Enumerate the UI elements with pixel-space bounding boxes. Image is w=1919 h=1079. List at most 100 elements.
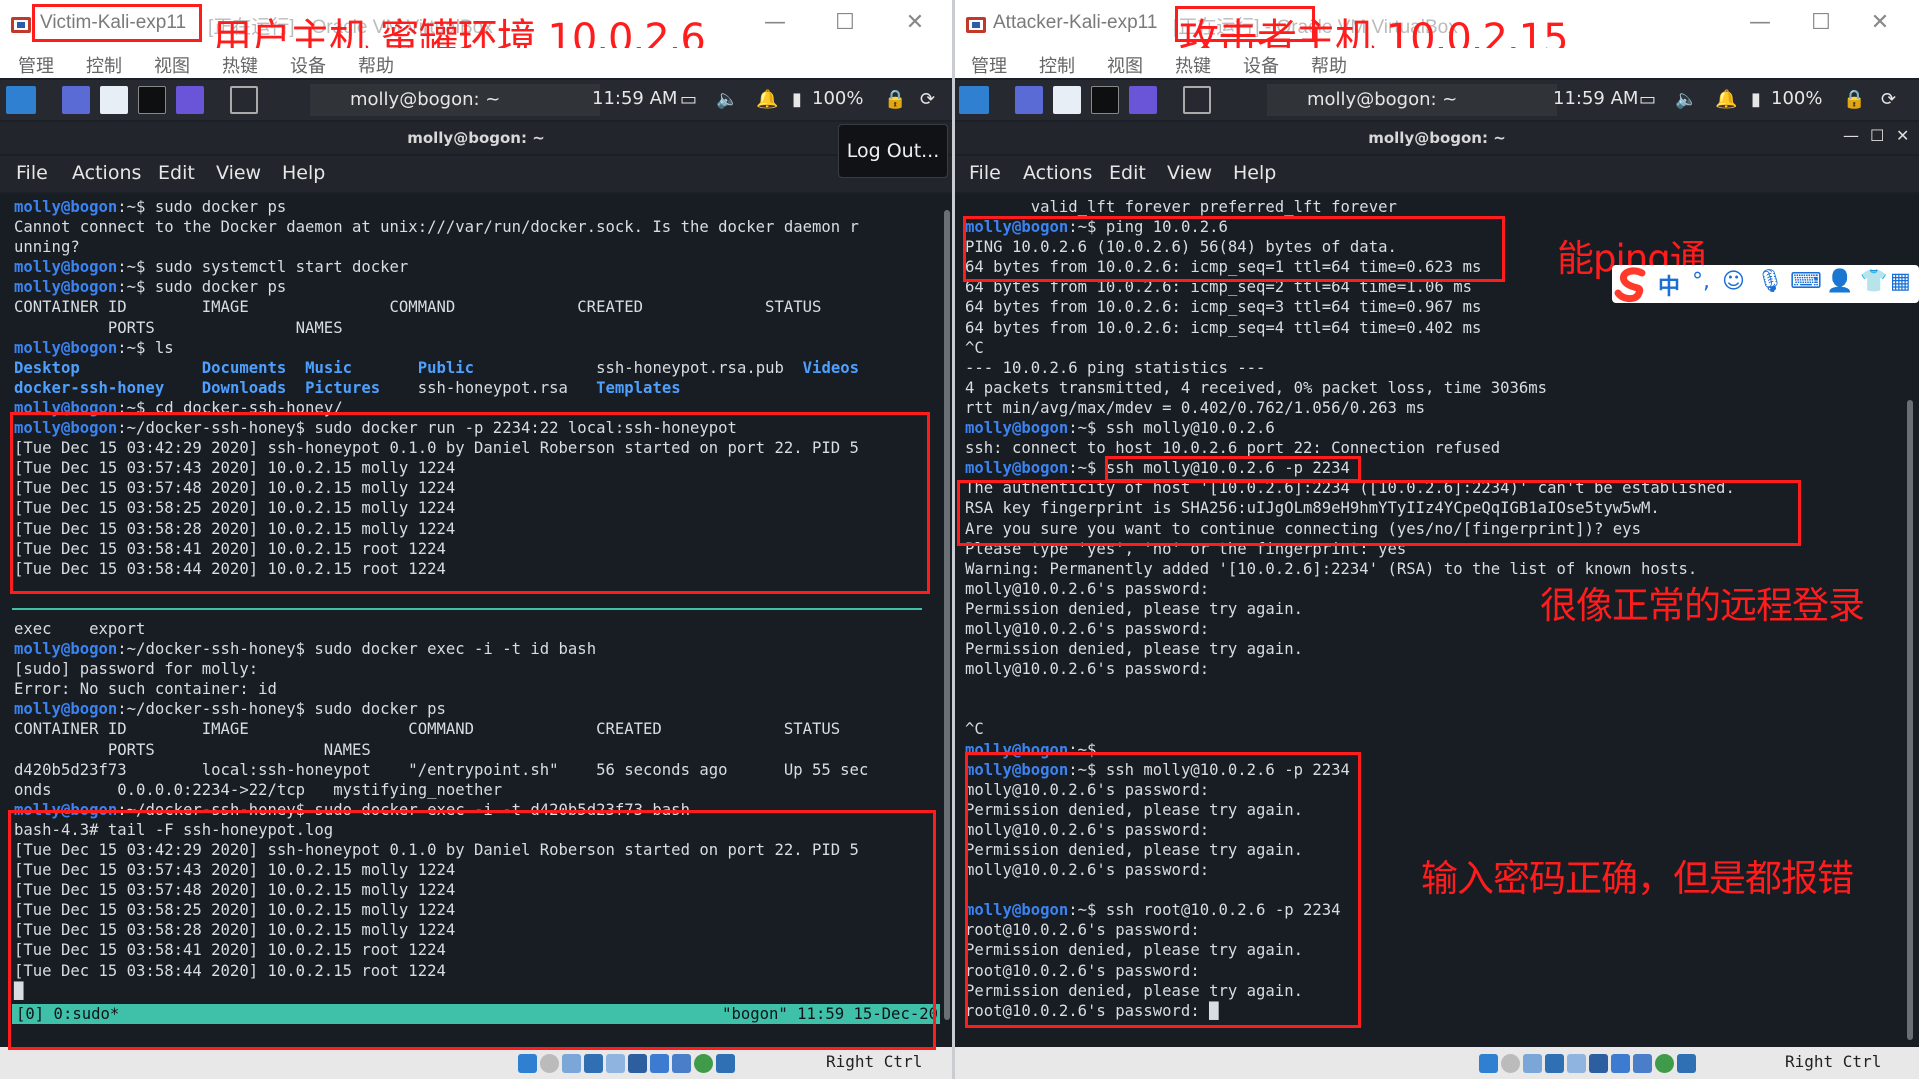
notification-bell-icon[interactable]: 🔔 bbox=[1715, 89, 1737, 111]
battery-icon[interactable]: ▮ bbox=[792, 89, 802, 111]
battery-icon[interactable]: ▮ bbox=[1751, 89, 1761, 111]
ime-language-label[interactable]: 中 bbox=[1658, 269, 1680, 301]
terminal-launcher-icon[interactable] bbox=[138, 86, 166, 114]
host-key-label: Right Ctrl bbox=[826, 1052, 923, 1071]
audio-icon[interactable] bbox=[1523, 1054, 1542, 1073]
menu-view[interactable]: 视图 bbox=[154, 52, 190, 78]
ime-voice-icon[interactable]: 🎙 bbox=[1756, 269, 1784, 294]
kali-menu-icon[interactable] bbox=[959, 86, 989, 114]
terminal-window-icon[interactable] bbox=[230, 86, 258, 114]
terminal-text-segment: PORTS NAMES bbox=[14, 740, 371, 759]
network-icon[interactable] bbox=[1545, 1054, 1564, 1073]
browser-icon[interactable] bbox=[1129, 86, 1157, 114]
display-status-icon[interactable] bbox=[1611, 1054, 1630, 1073]
optical-icon[interactable] bbox=[1501, 1054, 1520, 1073]
hdd-icon[interactable] bbox=[518, 1054, 537, 1073]
close-button[interactable]: ✕ bbox=[900, 8, 930, 38]
menu-devices[interactable]: 设备 bbox=[290, 52, 326, 78]
workspace-icon[interactable] bbox=[62, 86, 90, 114]
close-button[interactable]: ✕ bbox=[1865, 8, 1895, 38]
shared-folder-icon[interactable] bbox=[1589, 1054, 1608, 1073]
menu-manage[interactable]: 管理 bbox=[18, 52, 54, 78]
volume-icon[interactable]: 🔈 bbox=[716, 89, 738, 111]
maximize-button[interactable]: ☐ bbox=[1806, 8, 1836, 38]
terminal-close-icon[interactable]: ✕ bbox=[1896, 126, 1909, 145]
audio-icon[interactable] bbox=[562, 1054, 581, 1073]
power-icon[interactable]: ⟳ bbox=[920, 89, 935, 111]
maximize-button[interactable]: ☐ bbox=[830, 8, 860, 38]
recording-icon[interactable] bbox=[1633, 1054, 1652, 1073]
lock-icon[interactable]: 🔒 bbox=[884, 89, 906, 111]
terminal-window-icon[interactable] bbox=[1183, 86, 1211, 114]
panel-clock[interactable]: 11:59 AM bbox=[592, 88, 677, 109]
file-manager-icon[interactable] bbox=[100, 86, 128, 114]
cpu-icon[interactable] bbox=[694, 1054, 713, 1073]
menu-hotkey[interactable]: 热键 bbox=[1175, 52, 1211, 78]
ime-toolbar[interactable]: 中 °, ☺ 🎙 ⌨ 👤 👕 ▦ bbox=[1612, 265, 1919, 303]
panel-task-terminal[interactable]: molly@bogon: ~ bbox=[1267, 84, 1557, 116]
file-manager-icon[interactable] bbox=[1053, 86, 1081, 114]
usb-icon[interactable] bbox=[1567, 1054, 1586, 1073]
menu-hotkey[interactable]: 热键 bbox=[222, 52, 258, 78]
display-icon[interactable]: ▭ bbox=[680, 89, 697, 111]
optical-icon[interactable] bbox=[540, 1054, 559, 1073]
ime-user-icon[interactable]: 👤 bbox=[1826, 269, 1853, 294]
menu-manage[interactable]: 管理 bbox=[971, 52, 1007, 78]
display-icon[interactable]: ▭ bbox=[1639, 89, 1656, 111]
minimize-button[interactable]: — bbox=[760, 8, 790, 38]
display-status-icon[interactable] bbox=[650, 1054, 669, 1073]
ime-punctuation-icon[interactable]: °, bbox=[1692, 269, 1710, 294]
ime-emoji-icon[interactable]: ☺ bbox=[1722, 269, 1745, 294]
shared-folder-icon[interactable] bbox=[628, 1054, 647, 1073]
cpu-icon[interactable] bbox=[1655, 1054, 1674, 1073]
menu-view[interactable]: 视图 bbox=[1107, 52, 1143, 78]
volume-icon[interactable]: 🔈 bbox=[1675, 89, 1697, 111]
terminal-menu-view[interactable]: View bbox=[216, 162, 261, 184]
terminal-menu-view[interactable]: View bbox=[1167, 162, 1212, 184]
hdd-icon[interactable] bbox=[1479, 1054, 1498, 1073]
terminal-menu-actions[interactable]: Actions bbox=[72, 162, 141, 184]
terminal-menu-file[interactable]: File bbox=[969, 162, 1001, 184]
directory-entry: docker-ssh-honey bbox=[14, 378, 165, 397]
terminal-menu-help[interactable]: Help bbox=[1233, 162, 1276, 184]
terminal-menu-edit[interactable]: Edit bbox=[1109, 162, 1146, 184]
mouse-integration-icon[interactable] bbox=[1677, 1054, 1696, 1073]
menu-devices[interactable]: 设备 bbox=[1243, 52, 1279, 78]
terminal-scrollbar[interactable] bbox=[944, 210, 950, 1020]
panel-clock[interactable]: 11:59 AM bbox=[1553, 88, 1638, 109]
ime-toolbox-icon[interactable]: ▦ bbox=[1890, 269, 1911, 294]
mouse-integration-icon[interactable] bbox=[716, 1054, 735, 1073]
terminal-text-segment: ssh: connect to host 10.0.2.6 port 22: C… bbox=[965, 439, 1501, 458]
browser-icon[interactable] bbox=[176, 86, 204, 114]
terminal-maximize-icon[interactable]: ☐ bbox=[1870, 126, 1884, 145]
menu-help[interactable]: 帮助 bbox=[358, 52, 394, 78]
usb-icon[interactable] bbox=[606, 1054, 625, 1073]
power-icon[interactable]: ⟳ bbox=[1881, 89, 1896, 111]
network-icon[interactable] bbox=[584, 1054, 603, 1073]
minimize-button[interactable]: — bbox=[1745, 8, 1775, 38]
terminal-menu-file[interactable]: File bbox=[16, 162, 48, 184]
menu-control[interactable]: 控制 bbox=[86, 52, 122, 78]
terminal-scrollbar[interactable] bbox=[1907, 400, 1913, 1040]
terminal-line: molly@bogon:~$ sudo systemctl start dock… bbox=[14, 258, 408, 276]
workspace-icon[interactable] bbox=[1015, 86, 1043, 114]
terminal-minimize-icon[interactable]: — bbox=[1843, 126, 1859, 145]
terminal-menu-help[interactable]: Help bbox=[282, 162, 325, 184]
ime-skin-icon[interactable]: 👕 bbox=[1860, 269, 1887, 294]
victim-vm-window[interactable]: Victim-Kali-exp11 [正在运行] - Oracle VM Vir… bbox=[0, 0, 952, 1079]
recording-icon[interactable] bbox=[672, 1054, 691, 1073]
vm-status-icons[interactable] bbox=[518, 1053, 738, 1073]
panel-task-terminal[interactable]: molly@bogon: ~ bbox=[310, 84, 600, 116]
sogou-ime-icon[interactable] bbox=[1612, 263, 1654, 305]
terminal-menu-edit[interactable]: Edit bbox=[158, 162, 195, 184]
notification-bell-icon[interactable]: 🔔 bbox=[756, 89, 778, 111]
kali-menu-icon[interactable] bbox=[6, 86, 36, 114]
lock-icon[interactable]: 🔒 bbox=[1843, 89, 1865, 111]
vm-status-icons[interactable] bbox=[1479, 1053, 1699, 1073]
attacker-vm-window[interactable]: Attacker-Kali-exp11 [正在运行] - Oracle VM V… bbox=[955, 0, 1919, 1079]
ime-keyboard-icon[interactable]: ⌨ bbox=[1790, 269, 1822, 294]
terminal-menu-actions[interactable]: Actions bbox=[1023, 162, 1092, 184]
menu-control[interactable]: 控制 bbox=[1039, 52, 1075, 78]
menu-help[interactable]: 帮助 bbox=[1311, 52, 1347, 78]
terminal-launcher-icon[interactable] bbox=[1091, 86, 1119, 114]
